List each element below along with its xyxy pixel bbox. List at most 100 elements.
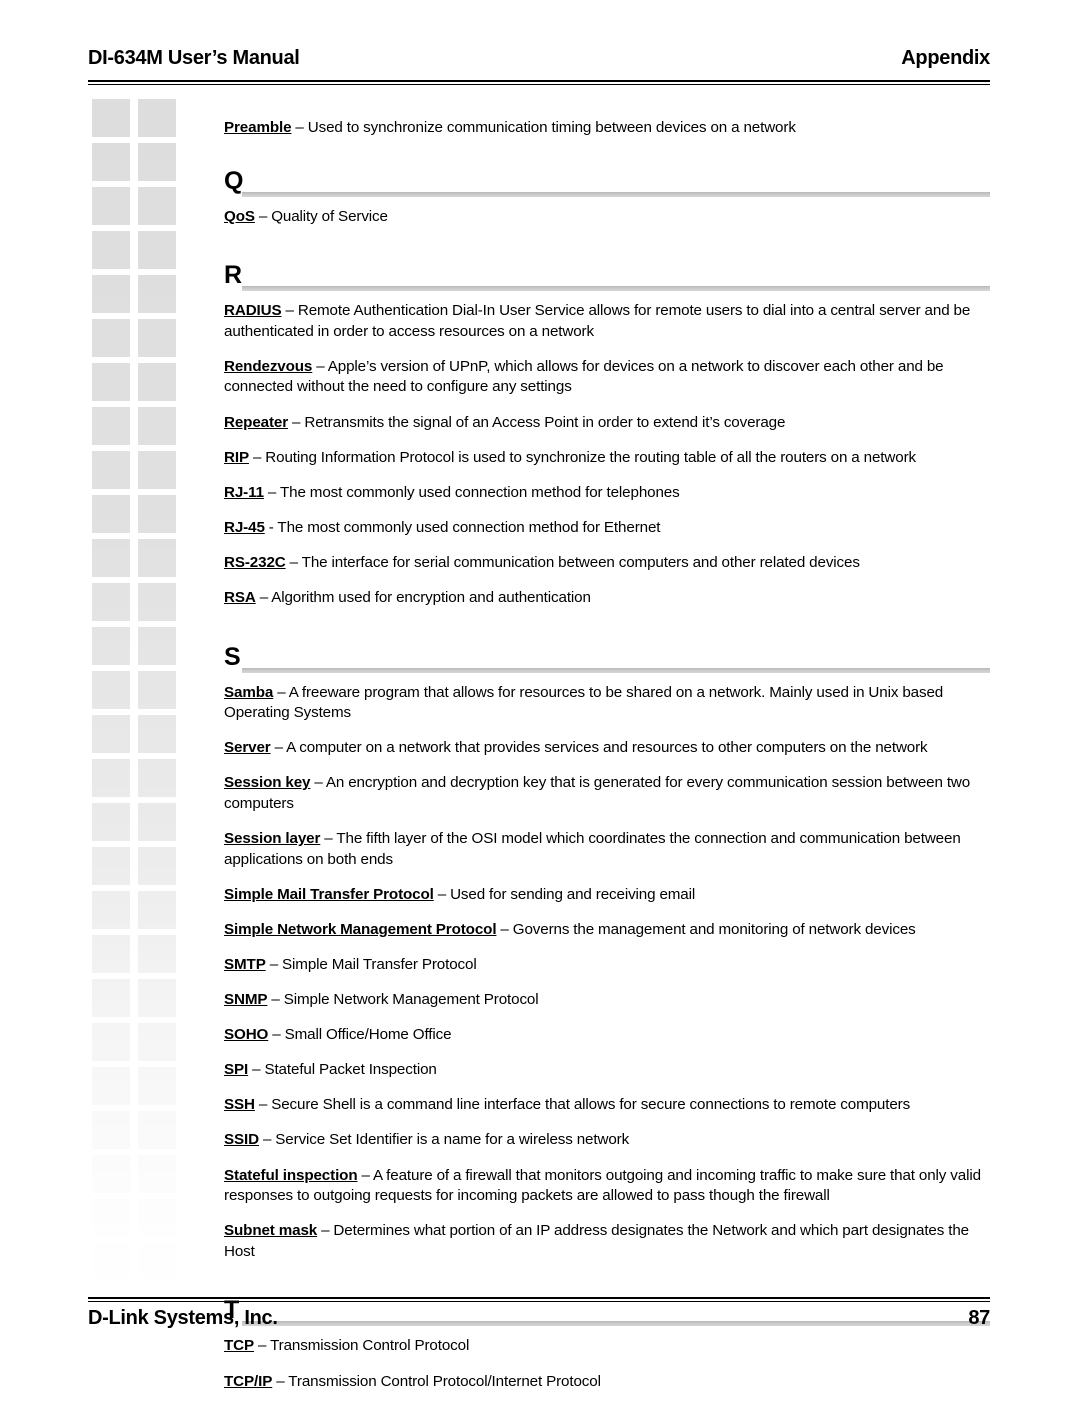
decorative-square <box>138 275 176 313</box>
glossary-definition: – Routing Information Protocol is used t… <box>248 448 916 466</box>
decorative-square <box>138 319 176 357</box>
decorative-square-column <box>88 99 188 1295</box>
glossary-entry: SSID – Service Set Identifier is a name … <box>224 1130 990 1151</box>
decorative-square <box>138 451 176 489</box>
decorative-square <box>138 99 176 137</box>
decorative-square <box>138 1155 176 1193</box>
glossary-entry: SOHO – Small Office/Home Office <box>224 1025 990 1046</box>
decorative-square <box>92 99 130 137</box>
decorative-square <box>138 979 176 1017</box>
decorative-square <box>92 803 130 841</box>
glossary-term: Session layer <box>224 830 321 848</box>
glossary-term: TCP/IP <box>224 1372 273 1390</box>
footer-divider <box>88 1297 990 1302</box>
glossary-term: Simple Mail Transfer Protocol <box>224 885 434 903</box>
glossary-entry: Stateful inspection – A feature of a fir… <box>224 1166 990 1207</box>
glossary-term: RJ-11 <box>224 483 264 501</box>
decorative-square <box>92 1155 130 1193</box>
decorative-square <box>92 1023 130 1061</box>
glossary-definition: – Governs the management and monitoring … <box>496 920 916 938</box>
decorative-square <box>138 847 176 885</box>
decorative-square <box>92 187 130 225</box>
glossary-term: SPI <box>224 1061 249 1079</box>
glossary-entry: RJ-11 – The most commonly used connectio… <box>224 483 990 504</box>
glossary-term: Subnet mask <box>224 1222 318 1240</box>
glossary-term: RS-232C <box>224 553 286 571</box>
glossary-term: RSA <box>224 589 256 607</box>
glossary-entry: QoS – Quality of Service <box>224 207 990 228</box>
glossary-entry: Samba – A freeware program that allows f… <box>224 683 990 724</box>
decorative-square <box>92 759 130 797</box>
page-footer: D-Link Systems, Inc. 87 <box>88 1306 990 1330</box>
decorative-square-column-right <box>138 99 176 1295</box>
decorative-square <box>92 1067 130 1105</box>
glossary-term: Repeater <box>224 413 289 431</box>
decorative-square <box>138 407 176 445</box>
glossary-entry: Preamble – Used to synchronize communica… <box>224 118 990 139</box>
page-header: DI-634M User’s Manual Appendix <box>88 46 990 82</box>
decorative-square <box>138 803 176 841</box>
glossary-entry: RS-232C – The interface for serial commu… <box>224 553 990 574</box>
decorative-square <box>92 231 130 269</box>
glossary-entry: Simple Network Management Protocol – Gov… <box>224 920 990 941</box>
decorative-square-column-left <box>92 99 130 1295</box>
header-divider <box>88 80 990 85</box>
decorative-square <box>138 627 176 665</box>
glossary-definition: – Remote Authentication Dial-In User Ser… <box>224 302 971 340</box>
decorative-square <box>92 539 130 577</box>
decorative-square <box>138 891 176 929</box>
decorative-square <box>92 671 130 709</box>
glossary-entry: RADIUS – Remote Authentication Dial-In U… <box>224 301 990 342</box>
glossary-definition: – A freeware program that allows for res… <box>224 683 944 722</box>
decorative-square <box>92 627 130 665</box>
glossary-term: Stateful inspection <box>224 1166 358 1184</box>
glossary-definition: – Stateful Packet Inspection <box>248 1061 437 1079</box>
decorative-square <box>92 847 130 885</box>
glossary-definition: – An encryption and decryption key that … <box>224 774 971 812</box>
glossary-definition: – Apple’s version of UPnP, which allows … <box>224 357 944 396</box>
decorative-square <box>138 1243 176 1281</box>
glossary-entry: Repeater – Retransmits the signal of an … <box>224 413 990 434</box>
decorative-square <box>92 583 130 621</box>
glossary-definition: – Transmission Control Protocol/Internet… <box>272 1372 601 1390</box>
decorative-square <box>92 715 130 753</box>
glossary-definition: - The most commonly used connection meth… <box>264 518 661 536</box>
appendix-label: Appendix <box>901 47 990 69</box>
glossary-section-rule <box>242 667 990 673</box>
glossary-definition: – Used for sending and receiving email <box>433 885 696 903</box>
decorative-square <box>92 891 130 929</box>
decorative-square <box>138 1199 176 1237</box>
glossary-term: Simple Network Management Protocol <box>224 920 497 938</box>
glossary-definition: – Algorithm used for encryption and auth… <box>255 589 591 607</box>
glossary-entry: SSH – Secure Shell is a command line int… <box>224 1095 990 1116</box>
glossary-definition: – Determines what portion of an IP addre… <box>224 1222 969 1260</box>
glossary-section-letter: S <box>224 642 241 671</box>
decorative-square <box>138 671 176 709</box>
decorative-square <box>92 979 130 1017</box>
decorative-square <box>92 143 130 181</box>
glossary-entry: SNMP – Simple Network Management Protoco… <box>224 990 990 1011</box>
decorative-square <box>138 1111 176 1149</box>
glossary-term: Session key <box>224 774 311 792</box>
glossary-definition: – Simple Mail Transfer Protocol <box>265 955 477 973</box>
glossary-definition: – Retransmits the signal of an Access Po… <box>288 413 786 431</box>
glossary-term: RIP <box>224 448 249 466</box>
glossary-entry: RJ-45 - The most commonly used connectio… <box>224 518 990 539</box>
decorative-square <box>138 1023 176 1061</box>
decorative-square <box>138 583 176 621</box>
glossary-definition: – Transmission Control Protocol <box>254 1337 470 1355</box>
glossary-entry: Rendezvous – Apple’s version of UPnP, wh… <box>224 357 990 398</box>
glossary-entry: RIP – Routing Information Protocol is us… <box>224 448 990 469</box>
decorative-square <box>92 407 130 445</box>
glossary-entry: TCP – Transmission Control Protocol <box>224 1336 990 1357</box>
glossary-entry: Session layer – The fifth layer of the O… <box>224 829 990 870</box>
decorative-square <box>92 495 130 533</box>
page-number: 87 <box>968 1307 990 1329</box>
glossary-section-header: Q <box>224 157 990 197</box>
decorative-square <box>138 363 176 401</box>
decorative-square <box>138 935 176 973</box>
glossary-entry: Server – A computer on a network that pr… <box>224 738 990 759</box>
glossary-entry: SPI – Stateful Packet Inspection <box>224 1060 990 1081</box>
decorative-square <box>92 1199 130 1237</box>
glossary-term: SMTP <box>224 955 266 973</box>
